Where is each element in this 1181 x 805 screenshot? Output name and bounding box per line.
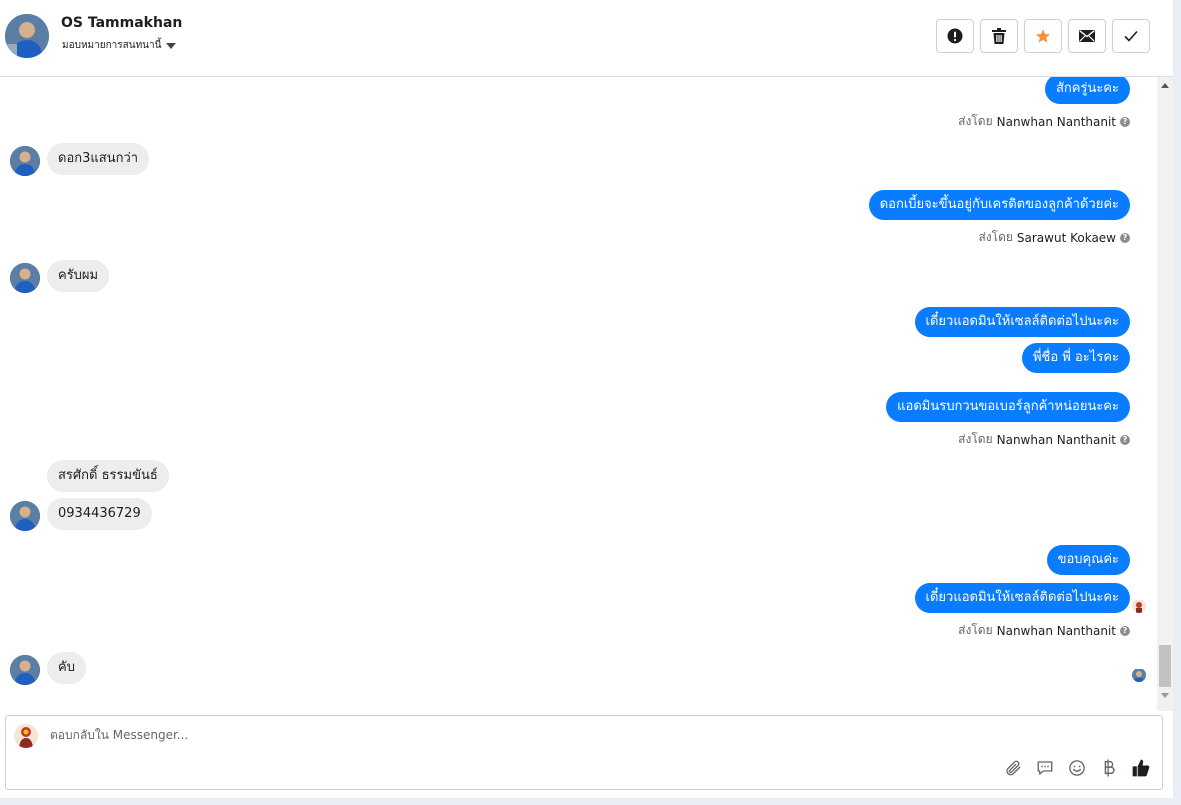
help-icon[interactable]: ? [1120,625,1130,636]
emoji-button[interactable] [1066,757,1088,779]
contact-avatar [10,146,40,176]
done-button[interactable] [1112,19,1150,53]
reply-input[interactable] [50,728,950,742]
saved-replies-button[interactable] [1034,757,1056,779]
contact-avatar [10,263,40,293]
payment-button[interactable] [1098,757,1120,779]
trash-icon [992,28,1006,44]
seen-avatar [1132,599,1146,613]
avatar[interactable] [5,14,49,58]
sent-by-label: ส่งโดย Sarawut Kokaew ? [978,228,1130,247]
assign-label: มอบหมายการสนทนานี้ [62,40,162,51]
scroll-down-icon[interactable] [1161,693,1169,698]
thumbs-up-icon [1132,759,1150,777]
message-thread: สักครู่นะคะ ส่งโดย Nanwhan Nanthanit ? ด… [0,77,1157,711]
message-outgoing: ขอบคุณค่ะ [1046,545,1130,575]
sent-by-prefix: ส่งโดย [958,623,993,637]
sender-name[interactable]: Nanwhan Nanthanit [997,624,1116,638]
conversation-header: OS Tammakhan มอบหมายการสนทนานี้ [0,0,1173,77]
envelope-icon [1079,30,1095,42]
scroll-thumb[interactable] [1159,645,1171,687]
sender-name[interactable]: Nanwhan Nanthanit [997,433,1116,447]
agent-avatar [14,724,38,748]
message-outgoing: ดอกเบี้ยจะขึ้นอยู่กับเครดิตของลูกค้าด้วย… [868,190,1130,220]
message-outgoing: พี่ชื่อ พี่ อะไรคะ [1021,343,1130,373]
sender-name[interactable]: Sarawut Kokaew [1017,231,1116,245]
composer-tools [1002,757,1152,779]
contact-avatar [10,655,40,685]
message-outgoing: เดี๋ยวแอดมินให้เซลล์ติดต่อไปนะคะ [914,307,1130,337]
message-outgoing: สักครู่นะคะ [1044,77,1130,104]
sent-by-prefix: ส่งโดย [978,230,1013,244]
contact-avatar [10,501,40,531]
sent-by-label: ส่งโดย Nanwhan Nanthanit ? [958,430,1130,449]
help-icon[interactable]: ? [1120,116,1130,127]
scroll-up-icon[interactable] [1161,83,1169,88]
delete-button[interactable] [980,19,1018,53]
help-icon[interactable]: ? [1120,232,1130,243]
like-button[interactable] [1130,757,1152,779]
message-outgoing: เดี๋ยวแอดมินให้เซลล์ติดต่อไปนะคะ [914,583,1130,613]
message-outgoing: แอดมินรบกวนขอเบอร์ลูกค้าหน่อยนะคะ [886,392,1130,422]
message-incoming: 0934436729 [47,498,152,530]
chat-bubble-icon [1037,761,1053,775]
assign-dropdown[interactable]: มอบหมายการสนทนานี้ [62,38,177,53]
reply-composer [5,715,1163,790]
sent-by-prefix: ส่งโดย [958,114,993,128]
check-icon [1124,30,1138,42]
sender-name[interactable]: Nanwhan Nanthanit [997,115,1116,129]
message-incoming: ครับผม [47,260,110,292]
conversation-panel: OS Tammakhan มอบหมายการสนทนานี้ สักครู่น… [0,0,1173,798]
attach-button[interactable] [1002,757,1024,779]
message-incoming: คับ [47,652,86,684]
alert-circle-icon [947,28,963,44]
header-actions [936,19,1150,53]
paperclip-icon [1006,760,1021,776]
star-button[interactable] [1024,19,1062,53]
thread-scrollbar[interactable] [1157,77,1173,711]
smiley-icon [1069,760,1085,776]
report-button[interactable] [936,19,974,53]
contact-name[interactable]: OS Tammakhan [61,15,182,31]
sent-by-label: ส่งโดย Nanwhan Nanthanit ? [958,621,1130,640]
mark-unread-button[interactable] [1068,19,1106,53]
baht-icon [1104,759,1115,777]
star-icon [1036,29,1050,43]
read-receipt-avatar [1132,668,1146,682]
sent-by-prefix: ส่งโดย [958,432,993,446]
message-incoming: ดอก3แสนกว่า [47,143,150,175]
sent-by-label: ส่งโดย Nanwhan Nanthanit ? [958,112,1130,131]
message-incoming: สรศักดิ์ ธรรมขันธ์ [47,460,169,492]
help-icon[interactable]: ? [1120,434,1130,445]
caret-down-icon [166,42,177,49]
